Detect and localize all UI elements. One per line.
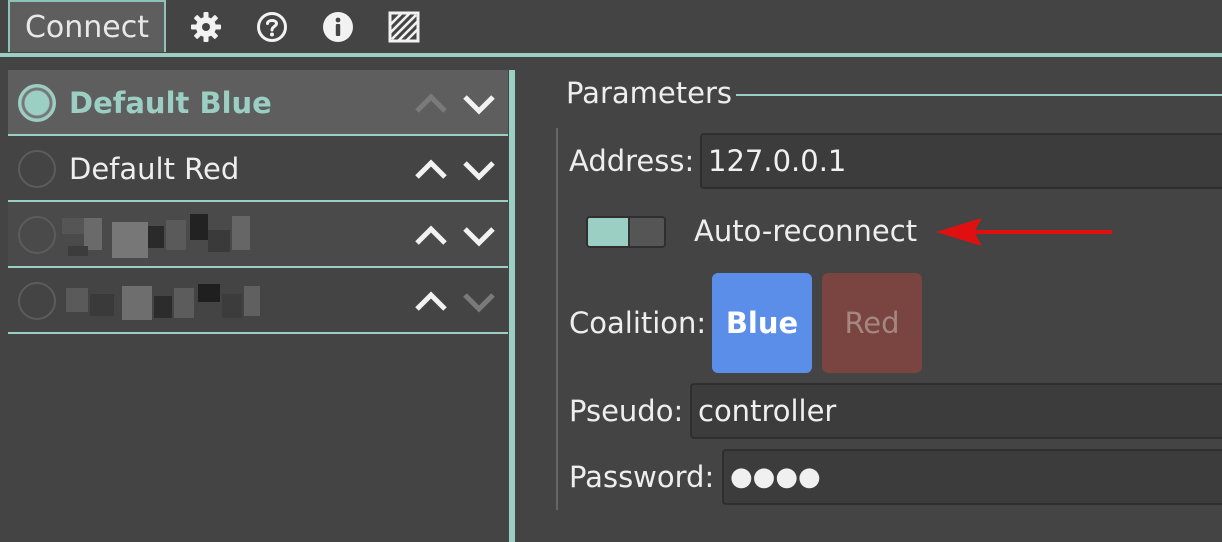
toggle-knob	[628, 218, 664, 246]
fieldset-divider	[736, 94, 1222, 96]
radio-button[interactable]	[18, 150, 56, 188]
profile-label: Default Red	[69, 152, 240, 186]
red-arrow-annotation	[936, 218, 1112, 246]
obscured-label	[62, 212, 252, 258]
gear-icon[interactable]	[189, 10, 223, 44]
move-up-icon[interactable]	[413, 153, 449, 185]
parameters-title: Parameters	[566, 76, 732, 110]
radio-button-selected[interactable]	[18, 84, 56, 122]
move-down-icon[interactable]	[461, 153, 497, 185]
connect-tab[interactable]: Connect	[8, 0, 166, 52]
toggle-on-track	[588, 218, 628, 246]
coalition-blue-button[interactable]: Blue	[712, 273, 812, 373]
move-up-icon[interactable]	[413, 219, 449, 251]
coalition-label: Coalition:	[569, 306, 707, 340]
address-label: Address:	[569, 144, 695, 178]
move-down-icon[interactable]	[461, 219, 497, 251]
password-label: Password:	[569, 460, 715, 494]
move-up-icon[interactable]	[413, 285, 449, 317]
password-input[interactable]: ●●●●	[722, 449, 1222, 505]
panel-splitter[interactable]	[509, 70, 515, 542]
move-down-icon[interactable]	[461, 285, 497, 317]
auto-reconnect-label: Auto-reconnect	[694, 214, 918, 248]
radio-button[interactable]	[18, 216, 56, 254]
move-up-icon[interactable]	[413, 87, 449, 119]
profile-row-obscured[interactable]	[8, 202, 508, 268]
profile-row-default-blue[interactable]: Default Blue	[8, 70, 508, 136]
fieldset-border	[556, 128, 558, 510]
toolbar: Connect	[0, 0, 1222, 54]
coalition-red-button[interactable]: Red	[822, 273, 922, 373]
profile-row-default-red[interactable]: Default Red	[8, 136, 508, 202]
profile-row-obscured[interactable]	[8, 268, 508, 334]
help-icon[interactable]	[255, 10, 289, 44]
pseudo-label: Pseudo:	[569, 394, 684, 428]
pseudo-input[interactable]: controller	[690, 383, 1222, 439]
profile-label: Default Blue	[69, 86, 272, 120]
info-icon[interactable]	[321, 10, 355, 44]
toolbar-underline	[0, 53, 1222, 57]
address-input[interactable]: 127.0.0.1	[700, 133, 1222, 189]
auto-reconnect-toggle[interactable]	[586, 216, 666, 248]
obscured-label	[62, 278, 262, 324]
stripes-icon[interactable]	[387, 10, 421, 44]
profile-list: Default Blue Default Red	[8, 70, 508, 334]
radio-button[interactable]	[18, 282, 56, 320]
move-down-icon[interactable]	[461, 87, 497, 119]
